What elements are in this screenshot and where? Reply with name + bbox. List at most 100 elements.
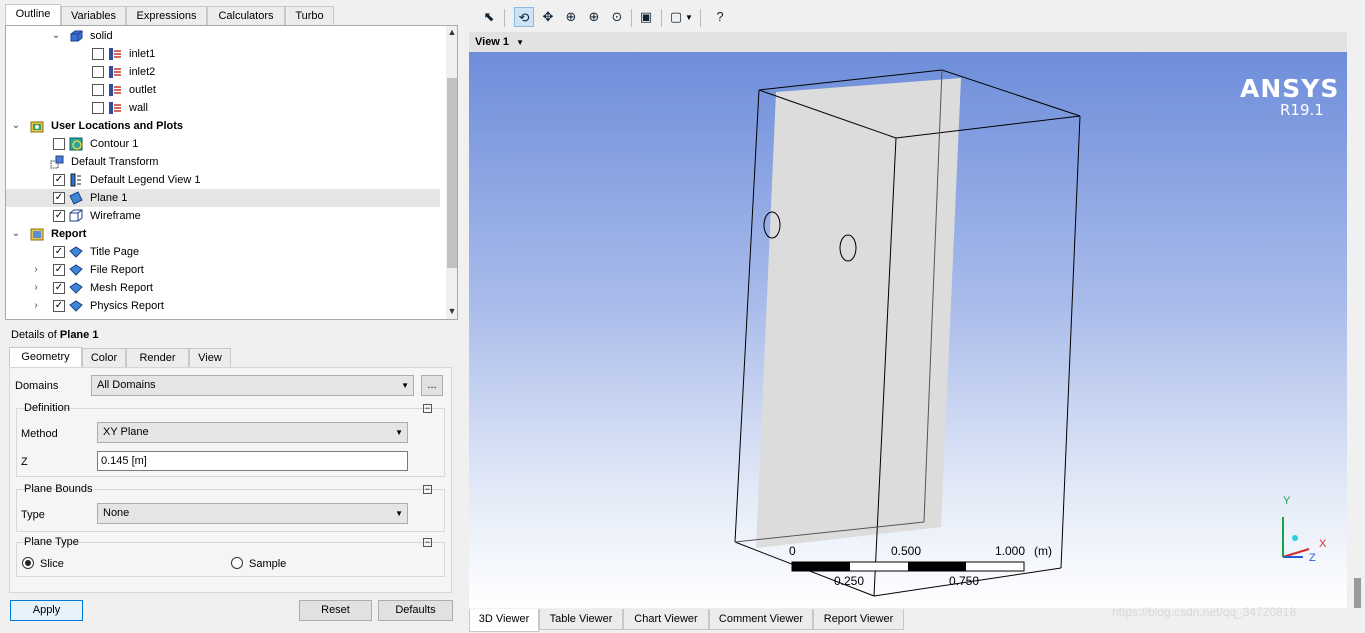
report-page-icon bbox=[69, 246, 83, 258]
tree-item-user-locations[interactable]: ⌄ User Locations and Plots bbox=[6, 117, 446, 135]
legend-icon bbox=[70, 173, 81, 187]
window-scrollbar[interactable] bbox=[1349, 0, 1365, 633]
select-pointer-icon[interactable]: ⬉ bbox=[479, 7, 499, 27]
tree-item-default-legend[interactable]: ✓ Default Legend View 1 bbox=[6, 171, 446, 189]
view-selector[interactable]: View 1 ▼ bbox=[469, 32, 1347, 52]
tab-calculators[interactable]: Calculators bbox=[207, 6, 285, 25]
fit-view-icon[interactable]: ▣ bbox=[636, 7, 656, 27]
scroll-down-icon[interactable]: ▼ bbox=[446, 306, 457, 316]
chevron-down-icon[interactable]: ⌄ bbox=[11, 225, 21, 243]
tab-comment-viewer[interactable]: Comment Viewer bbox=[709, 609, 813, 630]
visibility-checkbox[interactable] bbox=[92, 102, 104, 114]
report-page-icon bbox=[69, 264, 83, 276]
domains-more-button[interactable]: ... bbox=[421, 375, 443, 396]
help-pointer-icon[interactable]: ? bbox=[710, 7, 730, 27]
dropdown-arrow-icon: ▼ bbox=[395, 428, 403, 437]
zoom-fit-icon[interactable]: ⊙ bbox=[607, 7, 627, 27]
dropdown-arrow-icon: ▼ bbox=[401, 381, 409, 390]
tree-item-report[interactable]: ⌄ Report bbox=[6, 225, 446, 243]
visibility-checkbox[interactable]: ✓ bbox=[53, 264, 65, 276]
chevron-right-icon[interactable]: › bbox=[31, 279, 41, 297]
tab-variables[interactable]: Variables bbox=[61, 6, 126, 25]
scrollbar-thumb[interactable] bbox=[1354, 578, 1361, 608]
sample-radio[interactable] bbox=[231, 557, 243, 569]
domains-select[interactable]: All Domains ▼ bbox=[91, 375, 414, 396]
outline-tree[interactable]: ⌄ solid inlet1 inlet2 outlet wall ⌄ User… bbox=[5, 25, 458, 320]
tab-color[interactable]: Color bbox=[82, 348, 126, 367]
chevron-right-icon[interactable]: › bbox=[31, 297, 41, 315]
viewport-layout-icon[interactable]: ▢ bbox=[666, 7, 686, 27]
type-label: Type bbox=[21, 509, 45, 521]
axis-z-label: Z bbox=[1309, 552, 1316, 564]
tree-item-file-report[interactable]: › ✓ File Report bbox=[6, 261, 446, 279]
tab-geometry[interactable]: Geometry bbox=[9, 347, 82, 368]
tab-expressions[interactable]: Expressions bbox=[126, 6, 207, 25]
scale-bar bbox=[791, 561, 1025, 572]
tree-item-solid[interactable]: ⌄ solid bbox=[6, 27, 446, 45]
collapse-icon[interactable]: − bbox=[423, 404, 432, 413]
tree-item-inlet2[interactable]: inlet2 bbox=[6, 63, 446, 81]
visibility-checkbox[interactable]: ✓ bbox=[53, 174, 65, 186]
dropdown-arrow-icon[interactable]: ▼ bbox=[685, 13, 693, 22]
z-input[interactable]: 0.145 [m] bbox=[97, 451, 408, 471]
tree-item-plane1[interactable]: ✓ Plane 1 bbox=[6, 189, 440, 207]
version-label: R19.1 bbox=[1280, 101, 1324, 119]
contour-icon bbox=[69, 137, 83, 151]
sample-label: Sample bbox=[249, 558, 287, 570]
pan-icon[interactable]: ✥ bbox=[538, 7, 558, 27]
tab-view[interactable]: View bbox=[189, 348, 231, 367]
scale-tick-0: 0 bbox=[789, 544, 796, 558]
boundary-icon bbox=[109, 102, 121, 114]
tree-item-wireframe[interactable]: ✓ Wireframe bbox=[6, 207, 446, 225]
dropdown-arrow-icon: ▼ bbox=[516, 38, 525, 47]
scrollbar-thumb[interactable] bbox=[447, 78, 457, 268]
tree-item-default-transform[interactable]: Default Transform bbox=[6, 153, 446, 171]
tree-item-inlet1[interactable]: inlet1 bbox=[6, 45, 446, 63]
boundary-icon bbox=[109, 48, 121, 60]
visibility-checkbox[interactable] bbox=[53, 138, 65, 150]
tree-item-physics-report[interactable]: › ✓ Physics Report bbox=[6, 297, 446, 315]
method-label: Method bbox=[21, 428, 58, 440]
tab-table-viewer[interactable]: Table Viewer bbox=[539, 609, 623, 630]
zoom-box-icon[interactable]: ⊕ bbox=[584, 7, 604, 27]
tree-item-outlet[interactable]: outlet bbox=[6, 81, 446, 99]
method-select[interactable]: XY Plane ▼ bbox=[97, 422, 408, 443]
bounds-type-select[interactable]: None ▼ bbox=[97, 503, 408, 524]
scroll-up-icon[interactable]: ▲ bbox=[446, 27, 457, 37]
visibility-checkbox[interactable]: ✓ bbox=[53, 210, 65, 222]
tab-3d-viewer[interactable]: 3D Viewer bbox=[469, 609, 539, 632]
defaults-button[interactable]: Defaults bbox=[378, 600, 453, 621]
3d-viewport[interactable]: ANSYS R19.1 0 0.500 1.000 (m) 0.250 0.75… bbox=[469, 52, 1347, 608]
chevron-down-icon[interactable]: ⌄ bbox=[51, 27, 61, 45]
tab-turbo[interactable]: Turbo bbox=[285, 6, 334, 25]
details-header: Details of Plane 1 bbox=[11, 329, 99, 341]
tab-render[interactable]: Render bbox=[126, 348, 189, 367]
tree-item-wall[interactable]: wall bbox=[6, 99, 446, 117]
tab-report-viewer[interactable]: Report Viewer bbox=[813, 609, 904, 630]
boundary-icon bbox=[109, 66, 121, 78]
visibility-checkbox[interactable]: ✓ bbox=[53, 282, 65, 294]
collapse-icon[interactable]: − bbox=[423, 485, 432, 494]
chevron-down-icon[interactable]: ⌄ bbox=[11, 117, 21, 135]
zoom-icon[interactable]: ⊕ bbox=[561, 7, 581, 27]
tree-item-contour1[interactable]: Contour 1 bbox=[6, 135, 446, 153]
reset-button[interactable]: Reset bbox=[299, 600, 372, 621]
visibility-checkbox[interactable]: ✓ bbox=[53, 192, 65, 204]
tab-chart-viewer[interactable]: Chart Viewer bbox=[623, 609, 709, 630]
visibility-checkbox[interactable] bbox=[92, 48, 104, 60]
chevron-right-icon[interactable]: › bbox=[31, 261, 41, 279]
tab-outline[interactable]: Outline bbox=[5, 4, 61, 25]
rotate-icon[interactable]: ⟲ bbox=[514, 7, 534, 27]
visibility-checkbox[interactable]: ✓ bbox=[53, 300, 65, 312]
tree-item-title-page[interactable]: ✓ Title Page bbox=[6, 243, 446, 261]
slice-radio[interactable] bbox=[22, 557, 34, 569]
visibility-checkbox[interactable] bbox=[92, 66, 104, 78]
visibility-checkbox[interactable] bbox=[92, 84, 104, 96]
apply-button[interactable]: Apply bbox=[10, 600, 83, 621]
geometry-render bbox=[734, 69, 1310, 597]
tree-scrollbar[interactable]: ▲ ▼ bbox=[446, 26, 457, 319]
visibility-checkbox[interactable]: ✓ bbox=[53, 246, 65, 258]
collapse-icon[interactable]: − bbox=[423, 538, 432, 547]
dropdown-arrow-icon: ▼ bbox=[395, 509, 403, 518]
tree-item-mesh-report[interactable]: › ✓ Mesh Report bbox=[6, 279, 446, 297]
